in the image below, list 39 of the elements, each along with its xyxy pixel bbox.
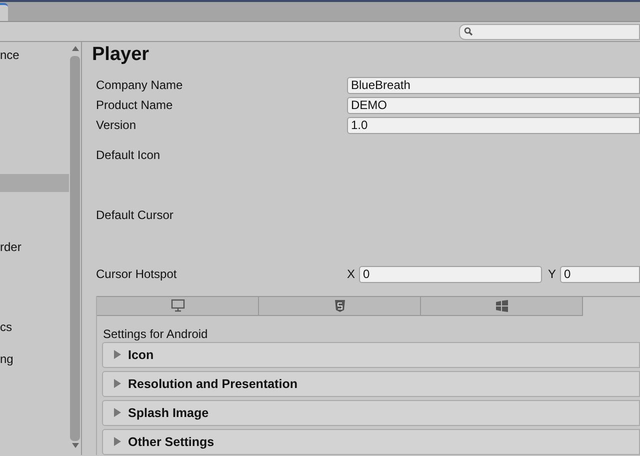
sidebar-item[interactable]: cs	[0, 318, 70, 336]
search-icon	[464, 27, 473, 36]
text-field[interactable]: BlueBreath	[347, 76, 640, 94]
field-label: Cursor Hotspot	[96, 266, 178, 284]
settings-heading: Settings for Android	[102, 326, 209, 342]
field-label: Default Cursor	[95, 207, 174, 224]
text-field[interactable]: 1.0	[347, 116, 640, 134]
sidebar-item[interactable]: rder	[0, 238, 70, 256]
down-arrow-icon	[72, 443, 79, 448]
foldout-header[interactable]: Other Settings	[102, 428, 640, 455]
field-label: Default Icon	[95, 146, 162, 164]
windows-icon	[494, 298, 508, 313]
field-label: X	[347, 266, 356, 284]
shield-icon	[332, 298, 346, 313]
caret-icon	[113, 437, 122, 446]
platform-tab[interactable]	[421, 296, 583, 316]
sidebar-item[interactable]: nce	[0, 46, 70, 64]
sidebar-item[interactable]	[0, 174, 70, 192]
field-label: Product Name	[96, 97, 174, 114]
inspector-title: Player	[92, 45, 150, 67]
caret-icon	[113, 379, 122, 388]
scrollbar-thumb[interactable]	[70, 56, 80, 441]
foldout-header[interactable]: Splash Image	[102, 400, 640, 426]
number-field[interactable]: 0	[359, 266, 542, 283]
sidebar-item[interactable]: ng	[0, 350, 70, 368]
text-field[interactable]: DEMO	[347, 96, 640, 114]
search-field[interactable]	[459, 24, 640, 40]
field-label: Y	[548, 266, 558, 284]
number-field[interactable]: 0	[560, 266, 640, 283]
up-arrow-icon	[72, 46, 79, 51]
monitor-icon	[170, 298, 184, 313]
foldout-header[interactable]: Resolution and Presentation	[102, 370, 640, 397]
window-tab[interactable]	[0, 3, 8, 21]
foldout-header[interactable]: Icon	[102, 342, 640, 368]
field-label: Version	[96, 117, 138, 134]
caret-icon	[113, 408, 122, 418]
field-label: Company Name	[96, 77, 184, 94]
platform-tab[interactable]	[259, 296, 421, 316]
caret-icon	[113, 350, 122, 360]
